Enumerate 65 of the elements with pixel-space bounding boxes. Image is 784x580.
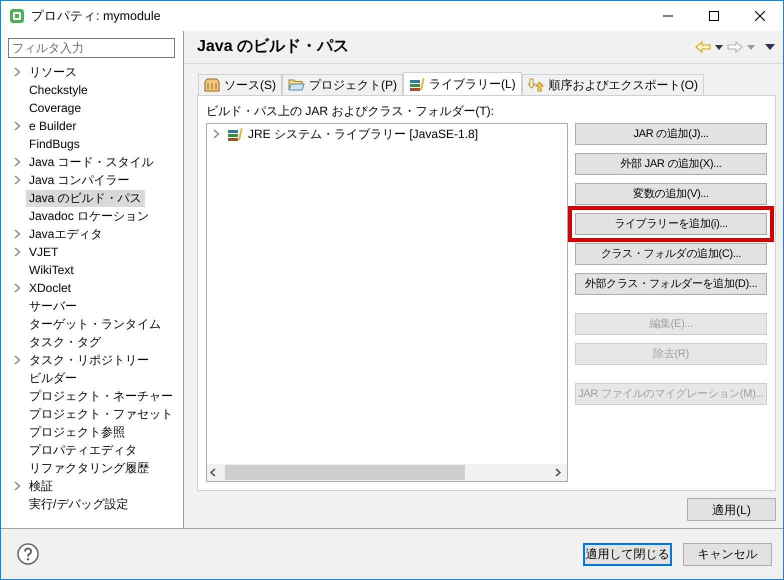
- expand-icon[interactable]: [14, 229, 20, 239]
- sidebar-item[interactable]: プロパティエディタ: [26, 442, 140, 458]
- action-button[interactable]: JAR の追加(J)...: [575, 123, 767, 145]
- expand-icon[interactable]: [14, 67, 20, 77]
- sidebar-item[interactable]: Java コード・スタイル: [26, 154, 157, 170]
- expand-icon[interactable]: [14, 157, 20, 167]
- sidebar-item[interactable]: WikiText: [26, 262, 77, 278]
- sidebar-item[interactable]: プロジェクト・ファセット: [26, 406, 176, 422]
- sidebar-item[interactable]: Javadoc ロケーション: [26, 208, 152, 224]
- apply-button[interactable]: 適用(L): [687, 498, 776, 521]
- tree-item[interactable]: JRE システム・ライブラリー [JavaSE-1.8]: [248, 125, 478, 143]
- expand-icon[interactable]: [14, 283, 20, 293]
- sidebar-item[interactable]: タスク・リポジトリー: [26, 352, 152, 368]
- maximize-icon[interactable]: [709, 11, 719, 21]
- library-tree[interactable]: JRE システム・ライブラリー [JavaSE-1.8]: [206, 123, 568, 482]
- source-folder-icon: [204, 78, 220, 92]
- menu-icon[interactable]: [765, 44, 775, 50]
- books-icon: [409, 77, 425, 91]
- sidebar-item[interactable]: Java のビルド・パス: [26, 190, 145, 206]
- action-button[interactable]: ライブラリーを追加(i)...: [575, 213, 767, 235]
- sidebar-item[interactable]: 検証: [26, 478, 56, 494]
- horizontal-scrollbar[interactable]: [207, 464, 567, 481]
- dropdown-icon[interactable]: [715, 44, 723, 50]
- action-button[interactable]: 外部 JAR の追加(X)...: [575, 153, 767, 175]
- app-icon: [9, 8, 25, 24]
- books-icon: [227, 127, 243, 141]
- action-button[interactable]: クラス・フォルダの追加(C)...: [575, 243, 767, 265]
- sidebar-item[interactable]: XDoclet: [26, 280, 74, 296]
- window-title: プロパティ: mymodule: [31, 8, 161, 25]
- tab[interactable]: ソース(S): [198, 74, 282, 95]
- sidebar-item[interactable]: VJET: [26, 244, 62, 260]
- sidebar-item[interactable]: リファクタリング履歴: [26, 460, 152, 476]
- tab[interactable]: 順序およびエクスポート(O): [522, 74, 704, 95]
- list-label: ビルド・パス上の JAR およびクラス・フォルダー(T):: [206, 103, 495, 120]
- sidebar-item[interactable]: Java コンパイラー: [26, 172, 133, 188]
- help-icon[interactable]: [17, 543, 39, 565]
- sidebar-item[interactable]: サーバー: [26, 298, 80, 314]
- expand-icon[interactable]: [14, 481, 20, 491]
- sidebar-item[interactable]: Checkstyle: [26, 82, 91, 98]
- sidebar-item[interactable]: プロジェクト参照: [26, 424, 128, 440]
- sidebar-item[interactable]: プロジェクト・ネーチャー: [26, 388, 176, 404]
- sidebar-item[interactable]: ビルダー: [26, 370, 80, 386]
- sidebar-item[interactable]: タスク・タグ: [26, 334, 104, 350]
- up-down-arrows-icon: [528, 78, 545, 92]
- action-button[interactable]: 外部クラス・フォルダーを追加(D)...: [575, 273, 767, 295]
- expand-icon[interactable]: [14, 355, 20, 365]
- tab[interactable]: プロジェクト(P): [282, 74, 403, 95]
- sidebar-item[interactable]: FindBugs: [26, 136, 83, 152]
- expand-icon[interactable]: [14, 121, 20, 131]
- close-icon[interactable]: [755, 11, 765, 21]
- dialog-button[interactable]: 適用して閉じる: [583, 542, 672, 566]
- sidebar-item[interactable]: 実行/デバッグ設定: [26, 496, 132, 512]
- sidebar-item[interactable]: Coverage: [26, 100, 84, 116]
- expand-icon[interactable]: [14, 247, 20, 257]
- folder-icon: [288, 78, 305, 92]
- page-title: Java のビルド・パス: [197, 37, 350, 57]
- sidebar-item[interactable]: e Builder: [26, 118, 80, 134]
- action-button[interactable]: 変数の追加(V)...: [575, 183, 767, 205]
- filter-field[interactable]: フィルタ入力: [8, 38, 175, 58]
- tab[interactable]: ライブラリー(L): [403, 72, 522, 95]
- dialog-button[interactable]: キャンセル: [683, 542, 772, 566]
- expand-icon[interactable]: [14, 175, 20, 185]
- sidebar-item[interactable]: ターゲット・ランタイム: [26, 316, 164, 332]
- sidebar-item[interactable]: リソース: [26, 64, 80, 80]
- sidebar-item[interactable]: Javaエディタ: [26, 226, 106, 242]
